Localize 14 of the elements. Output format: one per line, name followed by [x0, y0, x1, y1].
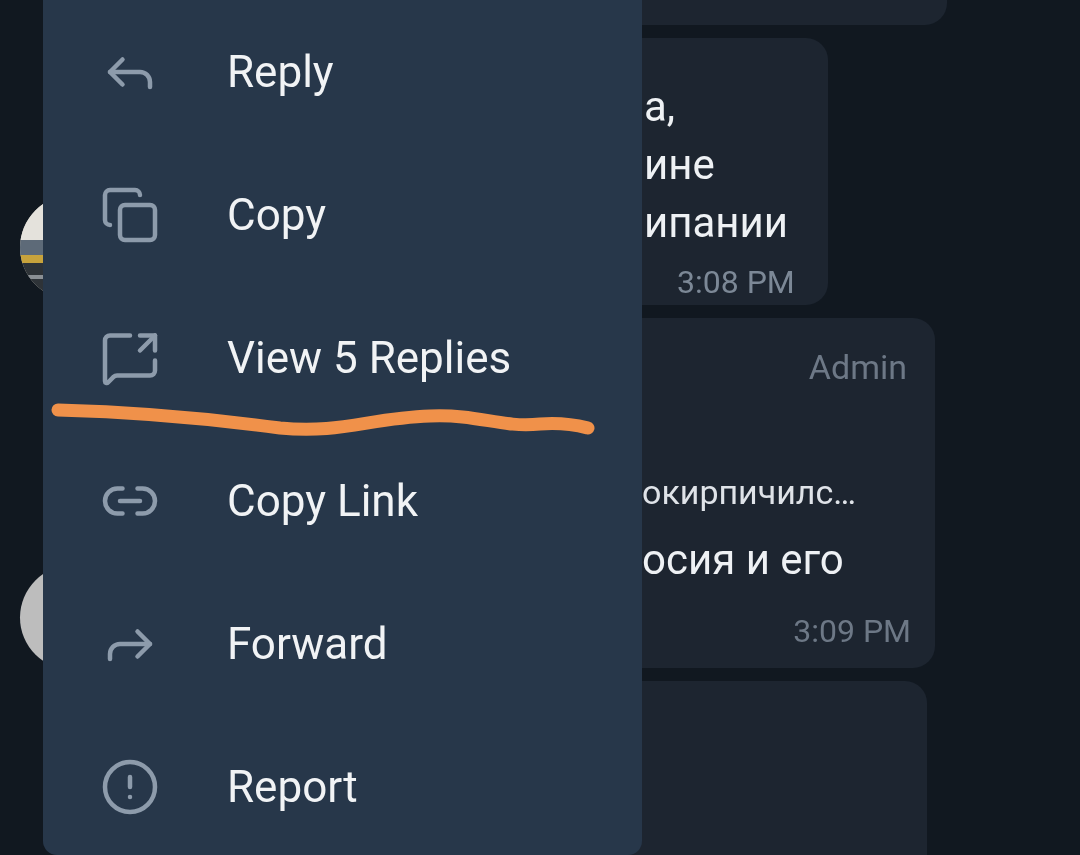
- quoted-text: окирпичилс…: [642, 471, 858, 513]
- message-text: а,: [644, 81, 677, 133]
- menu-item[interactable]: Copy Link: [43, 429, 642, 572]
- sender-name: Admin: [808, 346, 908, 389]
- message-text: осия и его: [642, 535, 845, 585]
- menu-item[interactable]: Report: [43, 715, 642, 855]
- menu-item[interactable]: Forward: [43, 572, 642, 715]
- menu-item[interactable]: View 5 Replies: [43, 286, 642, 429]
- menu-item[interactable]: Copy: [43, 143, 642, 286]
- message-time: 3:09 PM: [793, 611, 911, 652]
- message-text: ипании: [644, 197, 790, 249]
- menu-item[interactable]: Reply: [43, 0, 642, 143]
- message-text: ине: [644, 139, 716, 191]
- message-time: 3:08 PM: [677, 262, 795, 303]
